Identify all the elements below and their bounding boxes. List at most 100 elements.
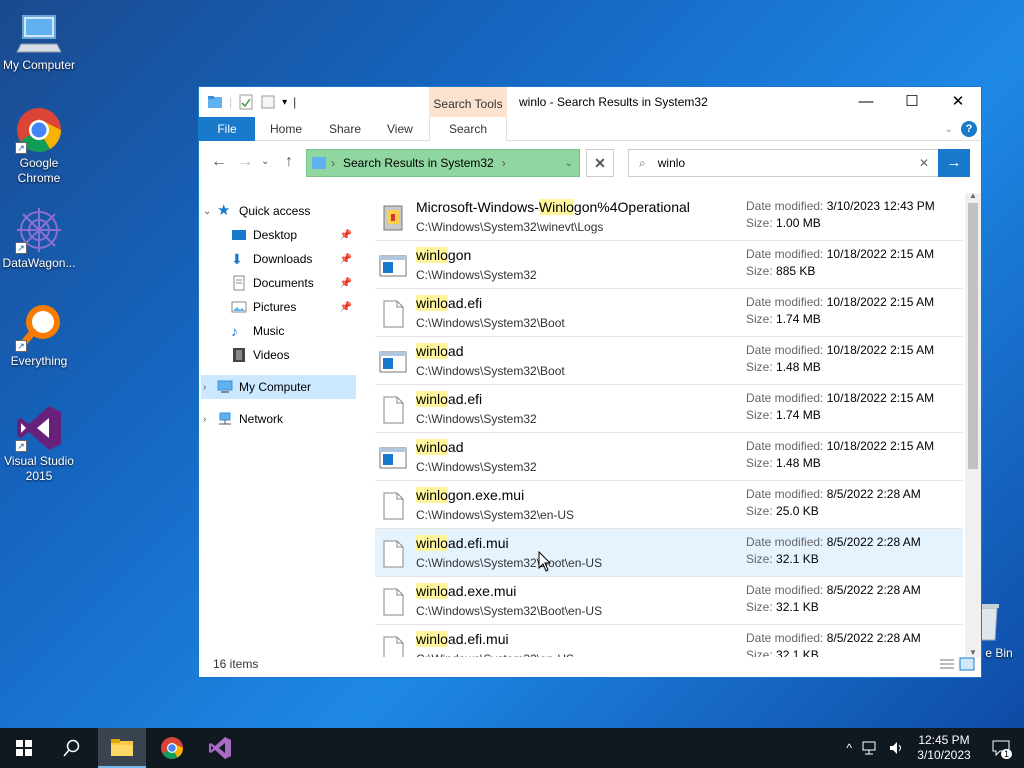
date-label: Date modified:	[746, 535, 824, 549]
show-hidden-icons-icon[interactable]: ^	[846, 741, 852, 755]
shortcut-arrow-icon: ↗	[15, 142, 27, 154]
nav-pictures[interactable]: Pictures 📌	[231, 295, 356, 319]
network-status-icon[interactable]	[862, 741, 880, 755]
nav-downloads[interactable]: ⬇ Downloads 📌	[231, 247, 356, 271]
recent-locations-icon[interactable]: ⌄	[261, 156, 269, 167]
taskbar-chrome[interactable]	[148, 728, 196, 768]
breadcrumb-chevron-icon: ›	[501, 156, 506, 170]
close-button[interactable]: ✕	[935, 87, 981, 117]
desktop-icon-label: Everything	[10, 354, 68, 368]
result-row[interactable]: winload C:\Windows\System32\Boot Date modi…	[375, 337, 963, 385]
nav-label: Network	[239, 412, 284, 426]
result-row[interactable]: winlogon.exe.mui C:\Windows\System32\en-U…	[375, 481, 963, 529]
file-icon	[378, 587, 408, 617]
tab-file[interactable]: File	[199, 117, 255, 141]
folder-icon	[208, 96, 222, 108]
desktop-icon-datawagon[interactable]: ↗ DataWagon...	[0, 206, 78, 271]
size-value: 32.1 KB	[776, 648, 819, 657]
expand-ribbon-icon[interactable]: ⌄	[945, 124, 953, 135]
search-tools-context-tab: Search Tools	[429, 87, 507, 117]
result-date: Date modified: 3/10/2023 12:43 PM	[746, 199, 935, 213]
result-row[interactable]: Microsoft-Windows-Winlogon%4Operational C…	[375, 193, 963, 241]
scroll-thumb[interactable]	[968, 203, 978, 469]
computer-icon	[217, 380, 233, 393]
scroll-up-icon[interactable]: ▲	[969, 191, 977, 200]
desktop-icon-my-computer[interactable]: My Computer	[0, 8, 78, 73]
minimize-button[interactable]: —	[843, 87, 889, 117]
start-button[interactable]	[0, 728, 48, 768]
name-match-highlight: Winlo	[538, 199, 574, 215]
customize-toolbar-icon[interactable]: ▾	[282, 97, 287, 108]
clear-search-icon[interactable]: ✕	[919, 156, 929, 170]
result-date: Date modified: 8/5/2022 2:28 AM	[746, 631, 921, 645]
nav-quick-access[interactable]: ⌄ ★ Quick access	[203, 199, 360, 223]
tab-home[interactable]: Home	[270, 117, 302, 141]
maximize-button[interactable]: ☐	[889, 87, 935, 117]
date-value: 3/10/2023 12:43 PM	[826, 199, 935, 213]
taskbar-visual-studio[interactable]	[196, 728, 244, 768]
action-center-button[interactable]: 1	[978, 728, 1024, 768]
up-button[interactable]: ↑	[285, 153, 293, 171]
taskbar-file-explorer[interactable]	[98, 728, 146, 768]
result-name: winload.efi	[416, 391, 482, 407]
help-icon[interactable]: ?	[961, 121, 977, 137]
result-row[interactable]: winload.efi C:\Windows\System32 Date modif…	[375, 385, 963, 433]
result-row[interactable]: winlogon C:\Windows\System32 Date modified…	[375, 241, 963, 289]
name-part: ad.efi.mui	[447, 535, 509, 551]
result-date: Date modified: 8/5/2022 2:28 AM	[746, 535, 921, 549]
application-icon	[378, 347, 408, 377]
nav-music[interactable]: ♪ Music	[231, 319, 356, 343]
result-row[interactable]: winload.efi.mui C:\Windows\System32\Boot\…	[375, 529, 963, 577]
result-date: Date modified: 8/5/2022 2:28 AM	[746, 487, 921, 501]
nav-documents[interactable]: Documents 📌	[231, 271, 356, 295]
result-row[interactable]: winload.exe.mui C:\Windows\System32\Boot\…	[375, 577, 963, 625]
name-match-highlight: winlo	[416, 631, 448, 647]
result-name: winload.efi.mui	[416, 631, 509, 647]
volume-icon[interactable]	[888, 741, 906, 755]
nav-label: Videos	[253, 348, 290, 362]
nav-videos[interactable]: Videos	[231, 343, 356, 367]
file-icon	[378, 491, 408, 521]
result-date: Date modified: 10/18/2022 2:15 AM	[746, 391, 934, 405]
date-label: Date modified:	[746, 487, 824, 501]
result-date: Date modified: 10/18/2022 2:15 AM	[746, 439, 934, 453]
result-size: Size: 1.48 MB	[746, 456, 821, 470]
desktop-icon-visual-studio[interactable]: ↗ Visual Studio 2015	[0, 404, 78, 484]
name-match-highlight: winlo	[416, 391, 448, 407]
vertical-scrollbar[interactable]: ▲ ▼	[965, 191, 981, 657]
details-view-icon[interactable]	[939, 657, 955, 671]
search-go-button[interactable]: →	[938, 149, 970, 177]
name-part: gon	[447, 247, 472, 263]
tab-view[interactable]: View	[387, 117, 413, 141]
clock[interactable]: 12:45 PM 3/10/2023	[910, 733, 978, 763]
address-bar[interactable]: › Search Results in System32 › ⌄	[306, 149, 580, 177]
nav-desktop[interactable]: Desktop 📌	[231, 223, 356, 247]
taskbar-search-button[interactable]	[48, 728, 96, 768]
result-row[interactable]: winload C:\Windows\System32 Date modified:…	[375, 433, 963, 481]
search-input[interactable]: ⌕ winlo ✕	[628, 149, 940, 177]
new-folder-icon[interactable]	[260, 94, 276, 110]
size-label: Size:	[746, 552, 773, 566]
name-match-highlight: winlo	[416, 487, 448, 503]
large-icons-view-icon[interactable]	[959, 657, 975, 671]
desktop-icon-everything[interactable]: ↗ Everything	[0, 304, 78, 369]
result-row[interactable]: winload.efi C:\Windows\System32\Boot Date …	[375, 289, 963, 337]
scroll-down-icon[interactable]: ▼	[969, 648, 977, 657]
file-icon	[378, 299, 408, 329]
result-row[interactable]: winload.efi.mui C:\Windows\System32\en-US…	[375, 625, 963, 657]
result-path: C:\Windows\System32\en-US	[416, 508, 575, 522]
nav-my-computer[interactable]: › My Computer	[201, 375, 356, 399]
forward-button[interactable]: →	[237, 153, 253, 171]
result-date: Date modified: 10/18/2022 2:15 AM	[746, 247, 934, 261]
nav-network[interactable]: › Network	[203, 407, 360, 431]
desktop-icon-chrome[interactable]: ↗ Google Chrome	[0, 106, 78, 186]
result-size: Size: 32.1 KB	[746, 600, 819, 614]
tab-search[interactable]: Search	[429, 117, 507, 141]
cancel-search-button[interactable]: ✕	[586, 149, 614, 177]
desktop-icon-label: Google Chrome	[17, 156, 61, 185]
system-tray: ^ 12:45 PM 3/10/2023 1	[846, 728, 1024, 768]
address-dropdown-icon[interactable]: ⌄	[565, 158, 573, 169]
properties-icon[interactable]	[238, 94, 254, 110]
tab-share[interactable]: Share	[329, 117, 361, 141]
back-button[interactable]: ←	[211, 153, 227, 171]
